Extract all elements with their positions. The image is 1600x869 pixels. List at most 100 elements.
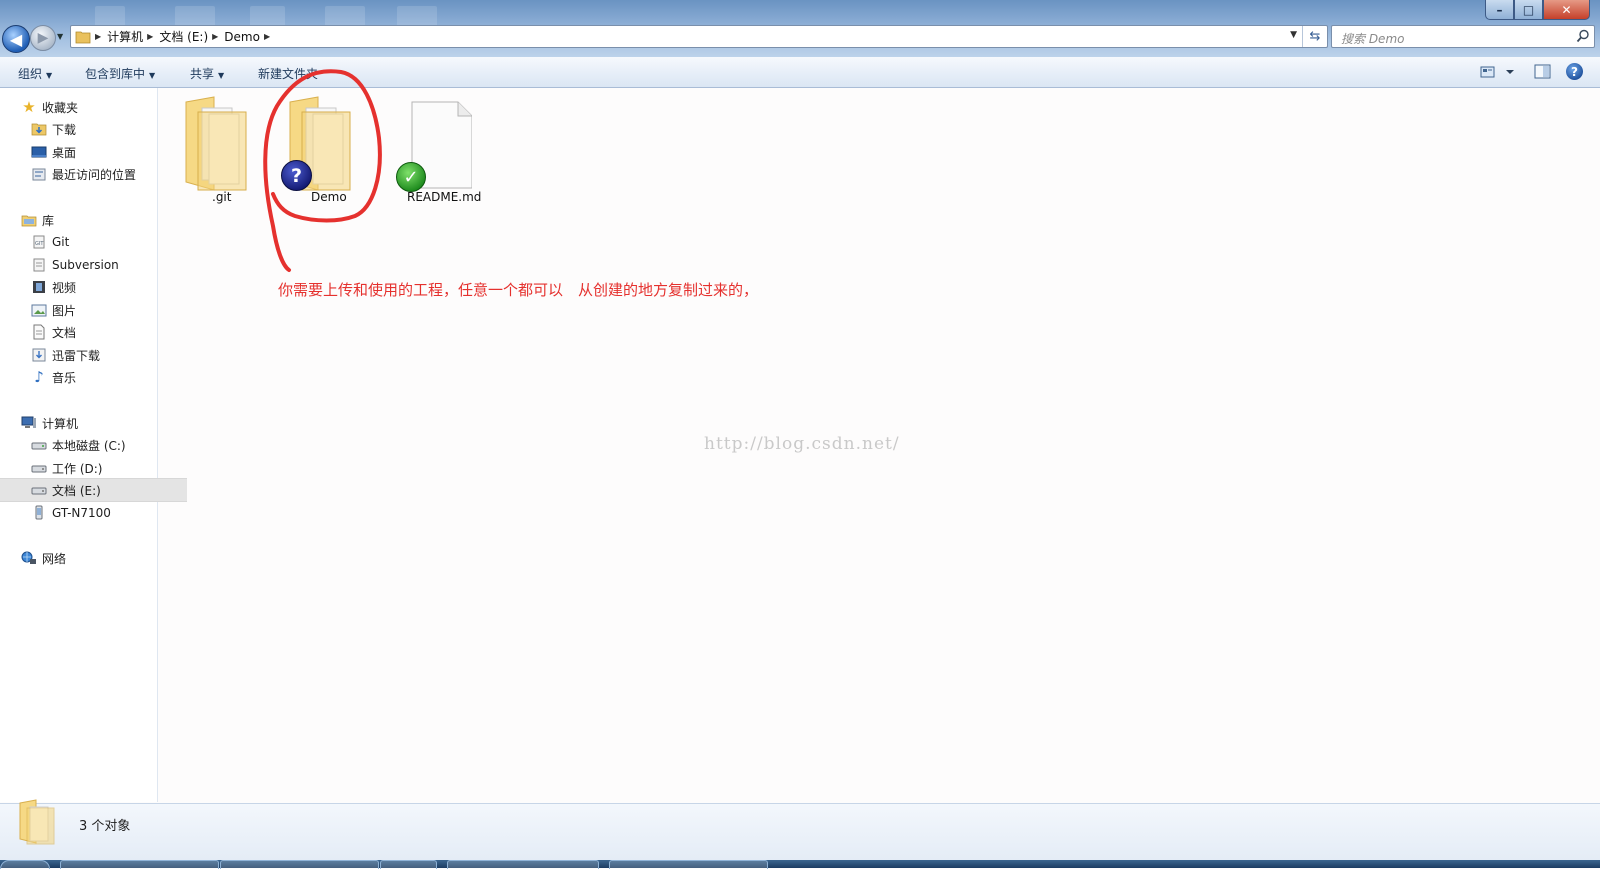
music-note-icon: ♪ (34, 368, 44, 386)
nav-label: 工作 (D:) (52, 461, 103, 476)
annotation-text: 你需要上传和使用的工程，任意一个都可以 从创建的地方复制过来的， (278, 281, 759, 299)
nav-label: Git (52, 235, 70, 249)
address-dropdown-arrow[interactable]: ▼ (1290, 30, 1297, 40)
nav-pictures[interactable]: 图片 (0, 299, 187, 321)
change-view-icon[interactable] (1480, 64, 1516, 80)
nav-computer[interactable]: 计算机 (0, 412, 177, 434)
nav-recent-places[interactable]: 最近访问的位置 (0, 163, 187, 185)
checkmark-icon: ✓ (396, 162, 426, 192)
computer-icon (21, 415, 37, 431)
taskbar (0, 860, 1600, 869)
chevron-down-icon: ▼ (149, 71, 156, 80)
refresh-icon: ⇆ (1309, 29, 1321, 44)
picture-icon (31, 302, 47, 318)
nav-label: 本地磁盘 (C:) (52, 438, 126, 453)
nav-label: 迅雷下载 (52, 348, 101, 363)
organize-label: 组织 (18, 67, 43, 81)
organize-button[interactable]: 组织 ▼ (18, 65, 52, 82)
recent-pages-dropdown[interactable]: ▼ (57, 32, 63, 41)
breadcrumb-separator[interactable]: ▶ (95, 32, 101, 41)
document-icon (31, 324, 47, 340)
nav-label: 库 (42, 213, 55, 228)
nav-thunder-downloads[interactable]: 迅雷下载 (0, 344, 187, 366)
help-icon: ? (1571, 64, 1578, 79)
hard-drive-icon (31, 482, 47, 498)
nav-libraries[interactable]: 库 (0, 209, 177, 231)
help-button[interactable]: ? (1566, 63, 1583, 80)
nav-label: 视频 (52, 280, 77, 295)
address-bar[interactable]: ▶ 计算机 ▶ 文档 (E:) ▶ Demo ▶ ▼ ⇆ (70, 25, 1328, 48)
breadcrumb-separator[interactable]: ▶ (264, 32, 270, 41)
desktop-icon (31, 144, 47, 160)
nav-label: GT-N7100 (52, 506, 111, 520)
file-item-git[interactable]: .git (184, 96, 264, 212)
preview-pane-icon[interactable] (1534, 63, 1551, 80)
nav-label: 计算机 (42, 416, 79, 431)
nav-videos[interactable]: 视频 (0, 276, 187, 298)
nav-drive-c[interactable]: 本地磁盘 (C:) (0, 434, 187, 456)
libraries-icon (21, 212, 37, 228)
breadcrumb-separator[interactable]: ▶ (147, 32, 153, 41)
command-bar: 组织 ▼ 包含到库中 ▼ 共享 ▼ 新建文件夹 ? (0, 57, 1600, 88)
nav-downloads[interactable]: 下载 (0, 118, 187, 140)
file-item-readme[interactable]: ✓ README.md (392, 96, 488, 212)
nav-drive-e[interactable]: 文档 (E:) (0, 478, 187, 502)
refresh-button[interactable]: ⇆ (1302, 26, 1327, 47)
file-name: .git (212, 190, 232, 204)
share-button[interactable]: 共享 ▼ (190, 65, 224, 82)
nav-desktop[interactable]: 桌面 (0, 141, 187, 163)
chevron-down-icon: ▼ (46, 71, 53, 80)
nav-label: 桌面 (52, 145, 77, 160)
nav-label: 收藏夹 (42, 100, 79, 115)
nav-label: 最近访问的位置 (52, 167, 137, 182)
nav-label: Subversion (52, 258, 119, 272)
breadcrumb-drive-e[interactable]: 文档 (E:) (159, 28, 208, 45)
back-button[interactable]: ◀ (2, 25, 30, 53)
maximize-button[interactable]: □ (1514, 0, 1543, 20)
include-in-library-button[interactable]: 包含到库中 ▼ (85, 65, 155, 82)
nav-documents[interactable]: 文档 (0, 321, 187, 343)
subversion-library-icon (31, 257, 47, 273)
recent-places-icon (31, 166, 47, 182)
search-input[interactable]: 搜索 Demo (1331, 25, 1595, 48)
nav-drive-d[interactable]: 工作 (D:) (0, 457, 187, 479)
close-button[interactable]: ✕ (1543, 0, 1590, 20)
svg-text:GIT: GIT (35, 241, 44, 247)
nav-label: 音乐 (52, 370, 77, 385)
folder-icon (19, 799, 55, 845)
download-folder-icon (31, 347, 47, 363)
nav-phone[interactable]: GT-N7100 (0, 502, 187, 524)
nav-label: 图片 (52, 303, 77, 318)
arrow-right-icon: ▶ (37, 30, 49, 46)
nav-git[interactable]: GIT Git (0, 231, 187, 253)
breadcrumb-demo[interactable]: Demo (224, 30, 260, 44)
nav-subversion[interactable]: Subversion (0, 254, 187, 276)
red-circle-annotation (263, 69, 382, 272)
item-count: 3 个对象 (79, 819, 131, 834)
star-icon: ★ (22, 98, 36, 116)
breadcrumb-separator[interactable]: ▶ (212, 32, 218, 41)
network-icon (21, 550, 37, 566)
hard-drive-icon (31, 460, 47, 476)
forward-button[interactable]: ▶ (30, 25, 56, 51)
include-in-library-label: 包含到库中 (85, 67, 146, 81)
arrow-left-icon: ◀ (9, 29, 23, 49)
nav-music[interactable]: ♪ 音乐 (0, 366, 187, 388)
folder-icon (75, 31, 91, 43)
details-pane: 3 个对象 (0, 799, 1600, 861)
minimize-button[interactable]: – (1485, 0, 1514, 20)
nav-favorites[interactable]: ★ 收藏夹 (0, 96, 177, 118)
window-controls: – □ ✕ (1485, 0, 1590, 20)
title-bar: – □ ✕ ◀ ▶ ▼ ▶ 计算机 ▶ 文档 (E:) ▶ Demo ▶ ▼ ⇆… (0, 0, 1600, 57)
watermark-text: http://blog.csdn.net/ (704, 434, 900, 454)
search-icon[interactable] (1576, 29, 1590, 43)
breadcrumb-computer[interactable]: 计算机 (107, 28, 143, 45)
downloads-folder-icon (31, 121, 47, 137)
nav-label: 下载 (52, 122, 77, 137)
nav-network[interactable]: 网络 (0, 547, 177, 569)
portable-device-icon (31, 505, 47, 521)
nav-label: 文档 (E:) (52, 483, 101, 498)
search-placeholder: 搜索 Demo (1341, 32, 1405, 46)
nav-label: 网络 (42, 551, 67, 566)
git-library-icon: GIT (31, 234, 47, 250)
